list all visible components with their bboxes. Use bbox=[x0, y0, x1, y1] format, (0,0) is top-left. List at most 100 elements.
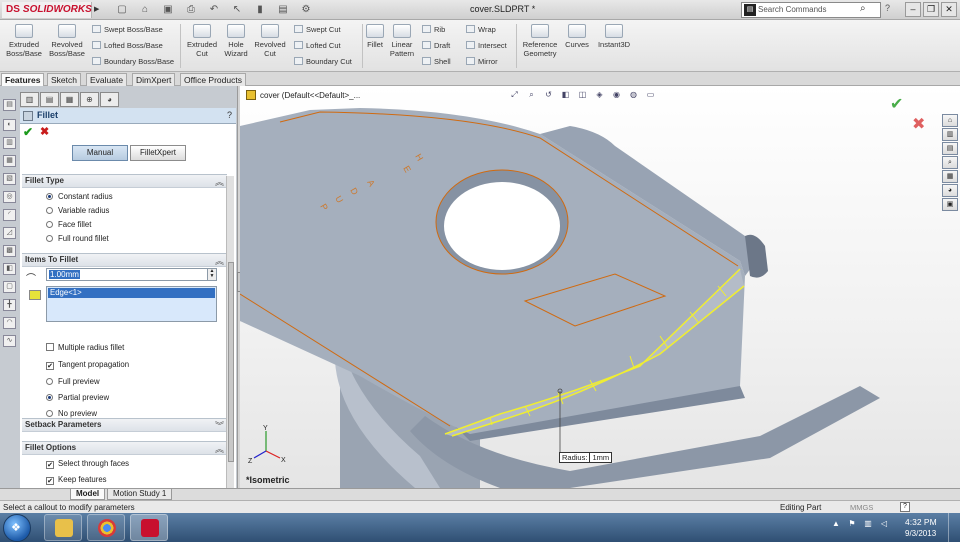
property-manager-scrollbar[interactable] bbox=[226, 176, 234, 488]
cut-strip-icon[interactable]: ▧ bbox=[3, 173, 16, 185]
radio-no-preview[interactable]: No preview bbox=[46, 409, 97, 418]
curves-button[interactable]: Curves bbox=[563, 22, 591, 49]
radio-variable-radius[interactable]: Variable radius bbox=[46, 206, 109, 215]
tangent-propagation-checkbox[interactable]: ✔ Tangent propagation bbox=[46, 360, 129, 370]
feature-tree-flyout[interactable]: cover (Default<<Default>_... bbox=[246, 90, 360, 100]
search-icon[interactable]: ⌕ bbox=[860, 3, 866, 14]
feature-tree-icon[interactable]: ▥ bbox=[20, 92, 39, 107]
chamfer-strip-icon[interactable]: ◿ bbox=[3, 227, 16, 239]
select-through-faces-checkbox[interactable]: ✔ Select through faces bbox=[46, 459, 129, 469]
boundary-boss-button[interactable]: Boundary Boss/Base bbox=[92, 57, 174, 67]
zoom-area-icon[interactable]: ⌕ bbox=[525, 88, 538, 101]
ok-checkmark-icon[interactable]: ✔ bbox=[23, 125, 33, 139]
extrude-strip-icon[interactable]: ▤ bbox=[3, 99, 16, 111]
graphics-area[interactable]: H E A D U P Y X Z cover (Default<<Defaul… bbox=[240, 86, 960, 488]
draft-button[interactable]: Draft bbox=[422, 41, 450, 51]
print-icon[interactable]: ⎙ bbox=[181, 3, 201, 17]
zoom-to-fit-icon[interactable]: ⤢ bbox=[508, 88, 521, 101]
sweep-strip-icon[interactable]: ▥ bbox=[3, 137, 16, 149]
extruded-cut-button[interactable]: Extruded Cut bbox=[184, 22, 220, 58]
volume-muted-icon[interactable]: ◁ bbox=[878, 518, 890, 530]
file-explorer-icon[interactable]: ▤ bbox=[942, 142, 958, 155]
manual-tab-button[interactable]: Manual bbox=[72, 145, 128, 161]
fillet-type-header[interactable]: Fillet Type ︽ bbox=[22, 175, 227, 188]
open-icon[interactable]: ⌂ bbox=[135, 3, 155, 17]
design-library-icon[interactable]: ▥ bbox=[942, 128, 958, 141]
resources-icon[interactable]: ⌂ bbox=[942, 114, 958, 127]
shell-button[interactable]: Shell bbox=[422, 57, 451, 67]
list-item[interactable]: Edge<1> bbox=[48, 288, 215, 298]
radio-face-fillet[interactable]: Face fillet bbox=[46, 220, 91, 229]
show-hidden-icons-icon[interactable]: ▲ bbox=[830, 518, 842, 530]
close-icon[interactable]: ✕ bbox=[941, 2, 957, 17]
restore-icon[interactable]: ❐ bbox=[923, 2, 939, 17]
radio-full-round-fillet[interactable]: Full round fillet bbox=[46, 234, 109, 243]
dimxpert-manager-icon[interactable]: ⊕ bbox=[80, 92, 99, 107]
keep-features-checkbox[interactable]: ✔ Keep features bbox=[46, 475, 107, 485]
display-manager-icon[interactable]: ◕ bbox=[100, 92, 119, 107]
explorer-taskbar-button[interactable] bbox=[44, 514, 82, 541]
pattern-strip-icon[interactable]: ▩ bbox=[3, 245, 16, 257]
options-icon[interactable]: ⚙ bbox=[296, 3, 316, 17]
instant3d-button[interactable]: Instant3D bbox=[595, 22, 633, 49]
radio-partial-preview[interactable]: Partial preview bbox=[46, 393, 109, 402]
network-icon[interactable]: ▥ bbox=[862, 518, 874, 530]
shell-strip-icon[interactable]: ▢ bbox=[3, 281, 16, 293]
tab-dimxpert[interactable]: DimXpert bbox=[132, 73, 176, 86]
section-view-icon[interactable]: ◧ bbox=[559, 88, 572, 101]
minimize-icon[interactable]: – bbox=[905, 2, 921, 17]
lofted-cut-button[interactable]: Lofted Cut bbox=[294, 41, 341, 51]
radio-full-preview[interactable]: Full preview bbox=[46, 377, 100, 386]
filletxpert-tab-button[interactable]: FilletXpert bbox=[130, 145, 186, 161]
previous-view-icon[interactable]: ↺ bbox=[542, 88, 555, 101]
loft-strip-icon[interactable]: ▦ bbox=[3, 155, 16, 167]
radius-input[interactable]: 1.00mm bbox=[46, 268, 216, 281]
setback-parameters-header[interactable]: Setback Parameters ︾ bbox=[22, 419, 227, 432]
mirror-strip-icon[interactable]: ◧ bbox=[3, 263, 16, 275]
clock-time[interactable]: 4:32 PM bbox=[905, 517, 937, 527]
radius-spinner[interactable]: ▲ ▼ bbox=[207, 268, 217, 281]
display-style-icon[interactable]: ◈ bbox=[593, 88, 606, 101]
tab-motion-study[interactable]: Motion Study 1 bbox=[107, 489, 173, 500]
rib-strip-icon[interactable]: ╋ bbox=[3, 299, 16, 311]
reference-geometry-button[interactable]: Reference Geometry bbox=[518, 22, 562, 58]
tab-evaluate[interactable]: Evaluate bbox=[86, 73, 128, 86]
clock-date[interactable]: 9/3/2013 bbox=[905, 529, 936, 538]
fillet-options-header[interactable]: Fillet Options ︽ bbox=[22, 442, 227, 455]
tab-office-products[interactable]: Office Products bbox=[180, 73, 246, 86]
intersect-button[interactable]: Intersect bbox=[466, 41, 507, 51]
extruded-boss-button[interactable]: Extruded Boss/Base bbox=[4, 22, 44, 58]
hole-strip-icon[interactable]: ◎ bbox=[3, 191, 16, 203]
linear-pattern-button[interactable]: Linear Pattern bbox=[388, 22, 416, 58]
edge-selection-list[interactable]: Edge<1> bbox=[46, 286, 217, 322]
save-icon[interactable]: ▣ bbox=[158, 3, 178, 17]
action-center-icon[interactable]: ⚑ bbox=[846, 518, 858, 530]
file-properties-icon[interactable]: ▤ bbox=[273, 3, 293, 17]
help-icon[interactable]: ? bbox=[227, 110, 232, 120]
wrap-button[interactable]: Wrap bbox=[466, 25, 496, 35]
solidworks-taskbar-button[interactable] bbox=[130, 514, 168, 541]
revolve-strip-icon[interactable]: ◐ bbox=[3, 119, 16, 131]
rib-button[interactable]: Rib bbox=[422, 25, 445, 35]
radio-constant-radius[interactable]: Constant radius bbox=[46, 192, 113, 201]
tab-features[interactable]: Features bbox=[1, 73, 45, 86]
view-palette-icon[interactable]: ▦ bbox=[942, 170, 958, 183]
mirror-button[interactable]: Mirror bbox=[466, 57, 498, 67]
dome-strip-icon[interactable]: ◠ bbox=[3, 317, 16, 329]
scrollbar-thumb[interactable] bbox=[228, 262, 234, 462]
lofted-boss-button[interactable]: Lofted Boss/Base bbox=[92, 41, 163, 51]
multiple-radius-checkbox[interactable]: Multiple radius fillet bbox=[46, 343, 124, 352]
help-icon[interactable]: ? bbox=[900, 502, 910, 512]
model-view[interactable]: H E A D U P Y X Z bbox=[240, 86, 960, 488]
solidworks-logo[interactable]: DS SOLIDWORKS bbox=[2, 2, 92, 18]
boundary-cut-button[interactable]: Boundary Cut bbox=[294, 57, 352, 67]
new-icon[interactable]: ▢ bbox=[112, 3, 132, 17]
select-icon[interactable]: ↖ bbox=[227, 3, 247, 17]
search-icon[interactable]: ⌕ bbox=[942, 156, 958, 169]
show-desktop-button[interactable] bbox=[948, 513, 960, 542]
radius-callout[interactable]: Radius: 1mm bbox=[559, 452, 613, 463]
tab-sketch[interactable]: Sketch bbox=[47, 73, 81, 86]
collapse-chevron-icon[interactable]: ︽ bbox=[215, 442, 224, 455]
undo-icon[interactable]: ↶ bbox=[204, 3, 224, 17]
fillet-button[interactable]: Fillet bbox=[364, 22, 386, 49]
